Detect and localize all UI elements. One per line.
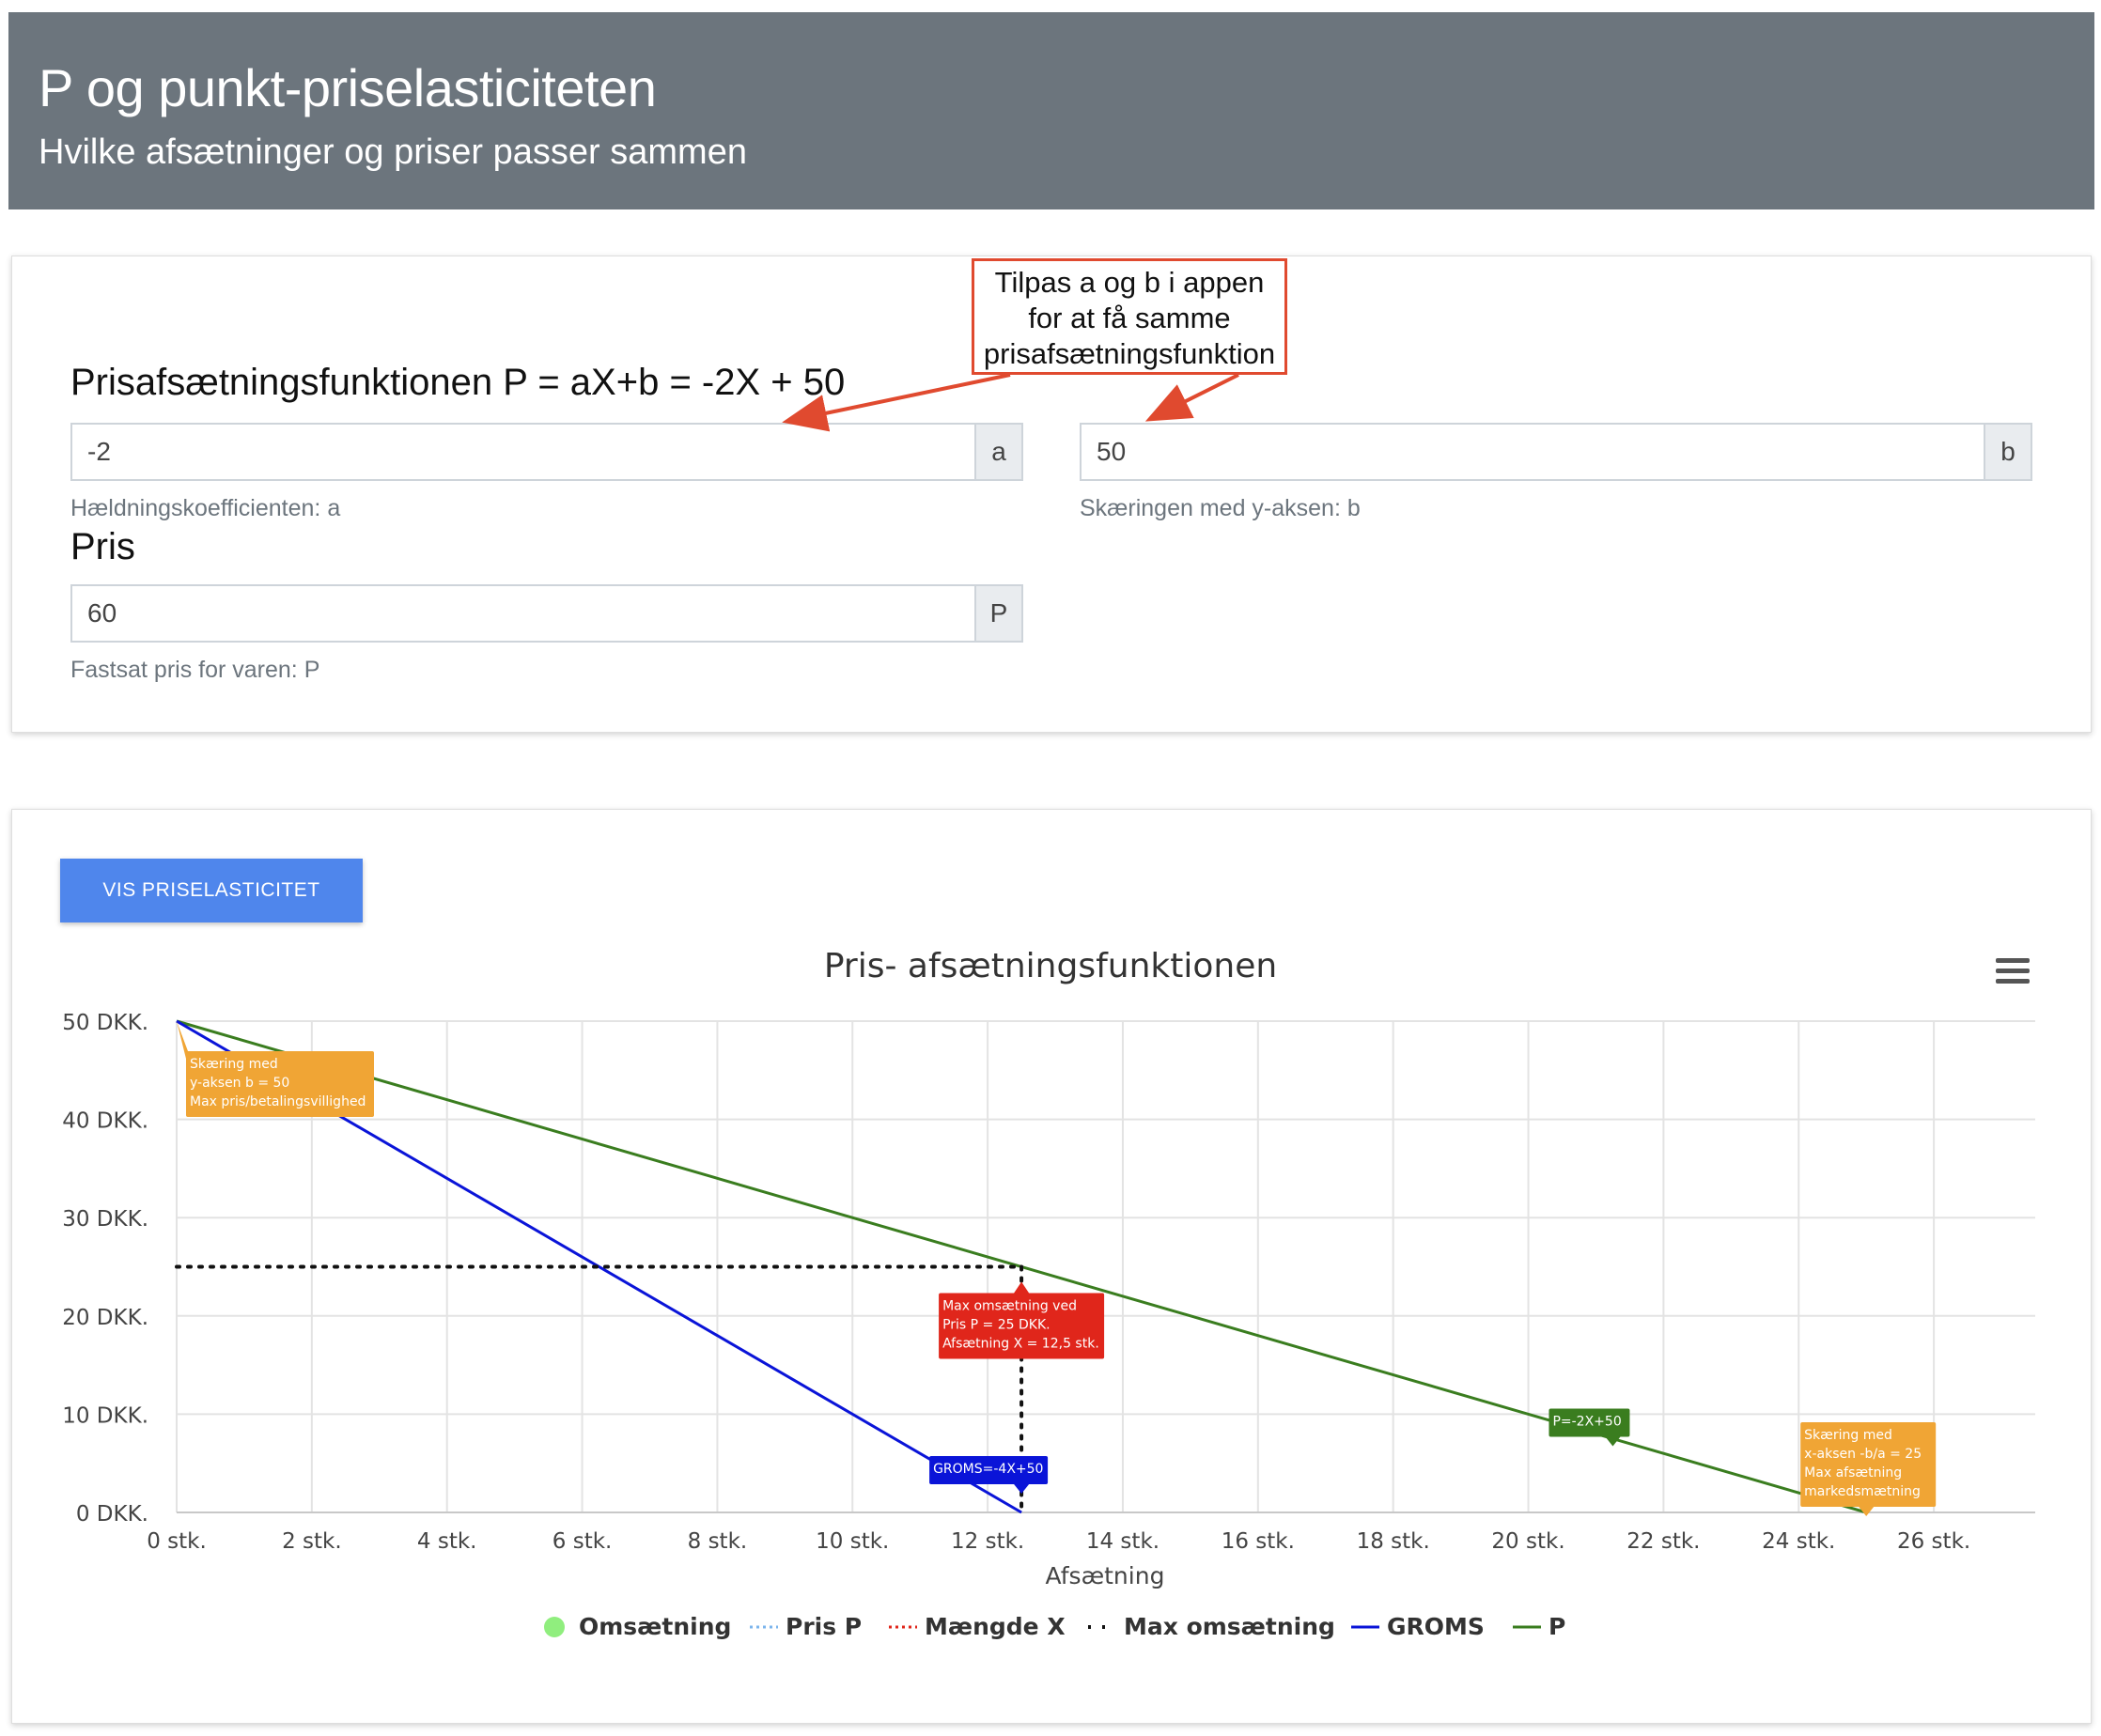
chart-annotation: Max omsætning ved Pris P = 25 DKK. Afsætni… <box>939 1281 1105 1359</box>
legend-item-groms[interactable]: GROMS <box>1351 1613 1485 1640</box>
legend-label: GROMS <box>1387 1613 1485 1640</box>
y-tick-label: 10 DKK. <box>62 1403 148 1428</box>
x-tick-label: 0 stk. <box>147 1529 207 1554</box>
x-tick-label: 22 stk. <box>1626 1529 1700 1554</box>
annotation-text: Skæring med <box>190 1057 278 1072</box>
annotation-text: Max pris/betalingsvillighed <box>190 1094 366 1109</box>
legend-item-omsætning[interactable]: Omsætning <box>544 1613 731 1640</box>
annotation-text: y-aksen b = 50 <box>190 1076 289 1091</box>
x-tick-label: 20 stk. <box>1491 1529 1564 1554</box>
legend-label: Mængde X <box>925 1613 1066 1640</box>
legend-label: Omsætning <box>579 1613 731 1640</box>
chart-annotation: Skæring med x-aksen -b/a = 25 Max afsætnin… <box>1800 1422 1937 1516</box>
legend-label: Pris P <box>786 1613 862 1640</box>
x-tick-label: 12 stk. <box>951 1529 1024 1554</box>
annotation-text: x-aksen -b/a = 25 <box>1804 1447 1922 1462</box>
annotation-text: Skæring med <box>1804 1428 1892 1443</box>
x-tick-label: 6 stk. <box>552 1529 613 1554</box>
x-tick-label: 4 stk. <box>417 1529 477 1554</box>
annotation-text: markedsmætning <box>1804 1484 1921 1499</box>
y-tick-label: 0 DKK. <box>76 1502 148 1527</box>
x-tick-label: 26 stk. <box>1897 1529 1970 1554</box>
annotation-text: P=-2X+50 <box>1552 1415 1621 1430</box>
x-tick-label: 16 stk. <box>1222 1529 1295 1554</box>
y-tick-label: 40 DKK. <box>62 1109 148 1134</box>
x-tick-label: 2 stk. <box>282 1529 342 1554</box>
x-tick-label: 18 stk. <box>1357 1529 1430 1554</box>
y-tick-label: 20 DKK. <box>62 1306 148 1330</box>
x-tick-label: 14 stk. <box>1086 1529 1159 1554</box>
annotation-text: Afsætning X = 12,5 stk. <box>942 1337 1099 1352</box>
legend-item-mængde-x[interactable]: Mængde X <box>889 1613 1066 1640</box>
legend-label: Max omsætning <box>1124 1613 1335 1640</box>
x-axis-label: Afsætning <box>1046 1562 1165 1589</box>
chart-title: Pris- afsætningsfunktionen <box>824 947 1277 985</box>
x-tick-label: 10 stk. <box>816 1529 889 1554</box>
annotation-text: Max omsætning ved <box>942 1299 1077 1314</box>
legend-label: P <box>1549 1613 1565 1640</box>
x-tick-label: 8 stk. <box>688 1529 748 1554</box>
y-tick-label: 30 DKK. <box>62 1207 148 1232</box>
annotation-text: Pris P = 25 DKK. <box>942 1318 1050 1333</box>
price-sales-chart: Pris- afsætningsfunktionen 0 stk. 2 stk. 4… <box>62 947 2035 1640</box>
x-tick-label: 24 stk. <box>1762 1529 1835 1554</box>
annotation-text: Max afsætning <box>1804 1465 1902 1480</box>
legend-item-pris-p[interactable]: Pris P <box>750 1613 862 1640</box>
legend-item-max-omsætning[interactable]: Max omsætning <box>1088 1613 1335 1640</box>
chart-annotation: Skæring med y-aksen b = 50 Max pris/betali… <box>177 1021 374 1117</box>
y-tick-label: 50 DKK. <box>62 1011 148 1035</box>
annotation-text: GROMS=-4X+50 <box>933 1462 1043 1477</box>
chart-menu-icon[interactable] <box>1996 958 2030 984</box>
legend-item-p[interactable]: P <box>1513 1613 1565 1640</box>
